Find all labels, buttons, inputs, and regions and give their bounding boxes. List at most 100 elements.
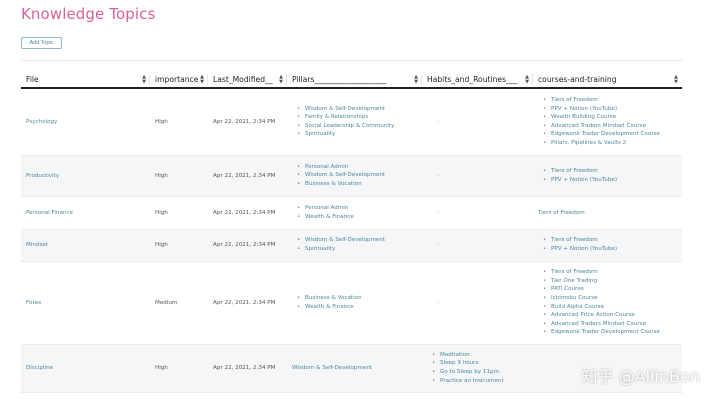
pillar-tag[interactable]: Business & Vocation: [292, 180, 422, 189]
habits-cell: -: [422, 261, 533, 345]
pillar-tag[interactable]: Social Leadership & Community: [292, 122, 422, 131]
column-header-importance[interactable]: importance ▲ ▼: [150, 72, 208, 89]
habits-cell: -: [422, 155, 533, 197]
course-tag[interactable]: Advanced Price Action Course: [538, 311, 682, 320]
course-tag[interactable]: Tiers of Freedom: [538, 167, 682, 176]
pillar-tag[interactable]: Personal Admin: [292, 163, 422, 172]
table-row[interactable]: Forex Medium Apr 22, 2021, 2:34 PM Busin…: [21, 261, 682, 345]
column-header-courses[interactable]: courses-and-training ▲ ▼: [533, 72, 682, 89]
pillar-tag[interactable]: Business & Vocation: [292, 294, 422, 303]
courses-cell: Tiers of Freedom PPV + Notion (YouTube): [533, 155, 682, 197]
file-link[interactable]: Forex: [21, 261, 150, 345]
pillar-tag[interactable]: Wisdom & Self-Development: [292, 171, 422, 180]
modified-cell: Apr 22, 2021, 2:34 PM: [208, 196, 287, 230]
pillars-cell: Wisdom & Self-Development: [287, 344, 422, 393]
course-tag[interactable]: PPV + Notion (YouTube): [538, 245, 682, 254]
sort-icon[interactable]: ▲ ▼: [279, 75, 283, 85]
table-header-row: File ▲ ▼ importance ▲ ▼ Last_Modified__ ▲ ▼ Pi…: [21, 72, 682, 89]
course-tag[interactable]: Tiers of Freedom: [538, 268, 682, 277]
course-tag[interactable]: Advanced Traders Mindset Course: [538, 122, 682, 131]
course-tag[interactable]: PATI Course: [538, 285, 682, 294]
pillar-tag[interactable]: Spirituality: [292, 245, 422, 254]
course-tag[interactable]: Build Alpha Course: [538, 303, 682, 312]
habit-tag[interactable]: Sleep 9 hours: [427, 359, 533, 368]
pillar-tag[interactable]: Wealth & Finance: [292, 303, 422, 312]
empty-marker: -: [437, 242, 440, 248]
topics-table: File ▲ ▼ importance ▲ ▼ Last_Modified__ ▲ ▼ Pi…: [21, 72, 682, 393]
pillar-tag[interactable]: Wealth & Finance: [292, 213, 422, 222]
habits-cell: Meditation Sleep 9 hours Go to Sleep by …: [422, 344, 533, 393]
importance-cell: High: [150, 155, 208, 197]
course-tag[interactable]: Wealth Building Course: [538, 113, 682, 122]
habit-tag[interactable]: Meditation: [427, 351, 533, 360]
page-title: Knowledge Topics: [21, 5, 156, 23]
course-tag[interactable]: Tiers of Freedom: [538, 236, 682, 245]
column-header-habits[interactable]: Habits_and_Routines___ ▲ ▼: [422, 72, 533, 89]
importance-cell: High: [150, 88, 208, 156]
course-tag[interactable]: Tiers of Freedom: [538, 210, 585, 216]
modified-cell: Apr 22, 2021, 2:34 PM: [208, 229, 287, 262]
column-header-label: Pillars___________________: [292, 75, 387, 84]
sort-icon[interactable]: ▲ ▼: [414, 75, 418, 85]
column-header-label: File: [26, 75, 39, 84]
importance-cell: Medium: [150, 261, 208, 345]
pillars-cell: Wisdom & Self-Development Spirituality: [287, 229, 422, 262]
course-tag[interactable]: Tiers of Freedom: [538, 96, 682, 105]
courses-cell: Tiers of Freedom Tier One Trading PATI C…: [533, 261, 682, 345]
importance-cell: High: [150, 229, 208, 262]
course-tag[interactable]: Ichimoku Course: [538, 294, 682, 303]
pillars-cell: Personal Admin Wisdom & Self-Development…: [287, 155, 422, 197]
column-header-label: Habits_and_Routines___: [427, 75, 518, 84]
table-row[interactable]: Mindset High Apr 22, 2021, 2:34 PM Wisdo…: [21, 229, 682, 262]
table-row[interactable]: Productivity High Apr 22, 2021, 2:34 PM …: [21, 155, 682, 197]
habit-tag[interactable]: Go to Sleep by 11pm: [427, 368, 533, 377]
file-link[interactable]: Discipline: [21, 344, 150, 393]
habits-cell: -: [422, 229, 533, 262]
watermark: 知乎 @AllinBon: [581, 367, 700, 386]
importance-cell: High: [150, 196, 208, 230]
sort-icon[interactable]: ▲ ▼: [200, 75, 204, 85]
course-tag[interactable]: Edgewonk Trader Development Course: [538, 130, 682, 139]
table-row[interactable]: Personal Finance High Apr 22, 2021, 2:34…: [21, 196, 682, 230]
courses-cell: Tiers of Freedom PPV + Notion (YouTube): [533, 229, 682, 262]
course-tag[interactable]: Advanced Traders Mindset Course: [538, 320, 682, 329]
column-header-last-modified[interactable]: Last_Modified__ ▲ ▼: [208, 72, 287, 89]
modified-cell: Apr 22, 2021, 2:34 PM: [208, 344, 287, 393]
sort-icon[interactable]: ▲ ▼: [674, 75, 678, 85]
course-tag[interactable]: Tier One Trading: [538, 277, 682, 286]
column-header-file[interactable]: File ▲ ▼: [21, 72, 150, 89]
file-link[interactable]: Personal Finance: [21, 196, 150, 230]
pillar-tag[interactable]: Spirituality: [292, 130, 422, 139]
modified-cell: Apr 22, 2021, 2:34 PM: [208, 88, 287, 156]
pillar-tag[interactable]: Wisdom & Self-Development: [292, 365, 372, 371]
course-tag[interactable]: Pillars, Pipelines & Vaults 2: [538, 139, 682, 148]
column-header-label: Last_Modified__: [213, 75, 273, 84]
divider: [21, 60, 682, 61]
file-link[interactable]: Productivity: [21, 155, 150, 197]
sort-icon[interactable]: ▲ ▼: [142, 75, 146, 85]
course-tag[interactable]: PPV + Notion (YouTube): [538, 176, 682, 185]
courses-cell: Tiers of Freedom PPV + Notion (YouTube) …: [533, 88, 682, 156]
column-header-pillars[interactable]: Pillars___________________ ▲ ▼: [287, 72, 422, 89]
pillar-tag[interactable]: Family & Relationships: [292, 113, 422, 122]
empty-marker: -: [437, 118, 440, 125]
habits-cell: -: [422, 88, 533, 156]
sort-icon[interactable]: ▲ ▼: [525, 75, 529, 85]
pillar-tag[interactable]: Wisdom & Self-Development: [292, 105, 422, 114]
add-topic-button[interactable]: Add Topic: [21, 37, 62, 49]
course-tag[interactable]: PPV + Notion (YouTube): [538, 105, 682, 114]
habits-cell: -: [422, 196, 533, 230]
column-header-label: courses-and-training: [538, 75, 617, 84]
habit-tag[interactable]: Practice an Instrument: [427, 377, 533, 386]
empty-marker: -: [437, 172, 440, 179]
file-link[interactable]: Psychology: [21, 88, 150, 156]
importance-cell: High: [150, 344, 208, 393]
course-tag[interactable]: Edgewonk Trader Development Course: [538, 328, 682, 337]
pillar-tag[interactable]: Wisdom & Self-Development: [292, 236, 422, 245]
modified-cell: Apr 22, 2021, 2:34 PM: [208, 261, 287, 345]
pillars-cell: Business & Vocation Wealth & Finance: [287, 261, 422, 345]
table-row[interactable]: Psychology High Apr 22, 2021, 2:34 PM Wi…: [21, 88, 682, 156]
courses-cell: Tiers of Freedom: [533, 196, 682, 230]
file-link[interactable]: Mindset: [21, 229, 150, 262]
pillar-tag[interactable]: Personal Admin: [292, 204, 422, 213]
